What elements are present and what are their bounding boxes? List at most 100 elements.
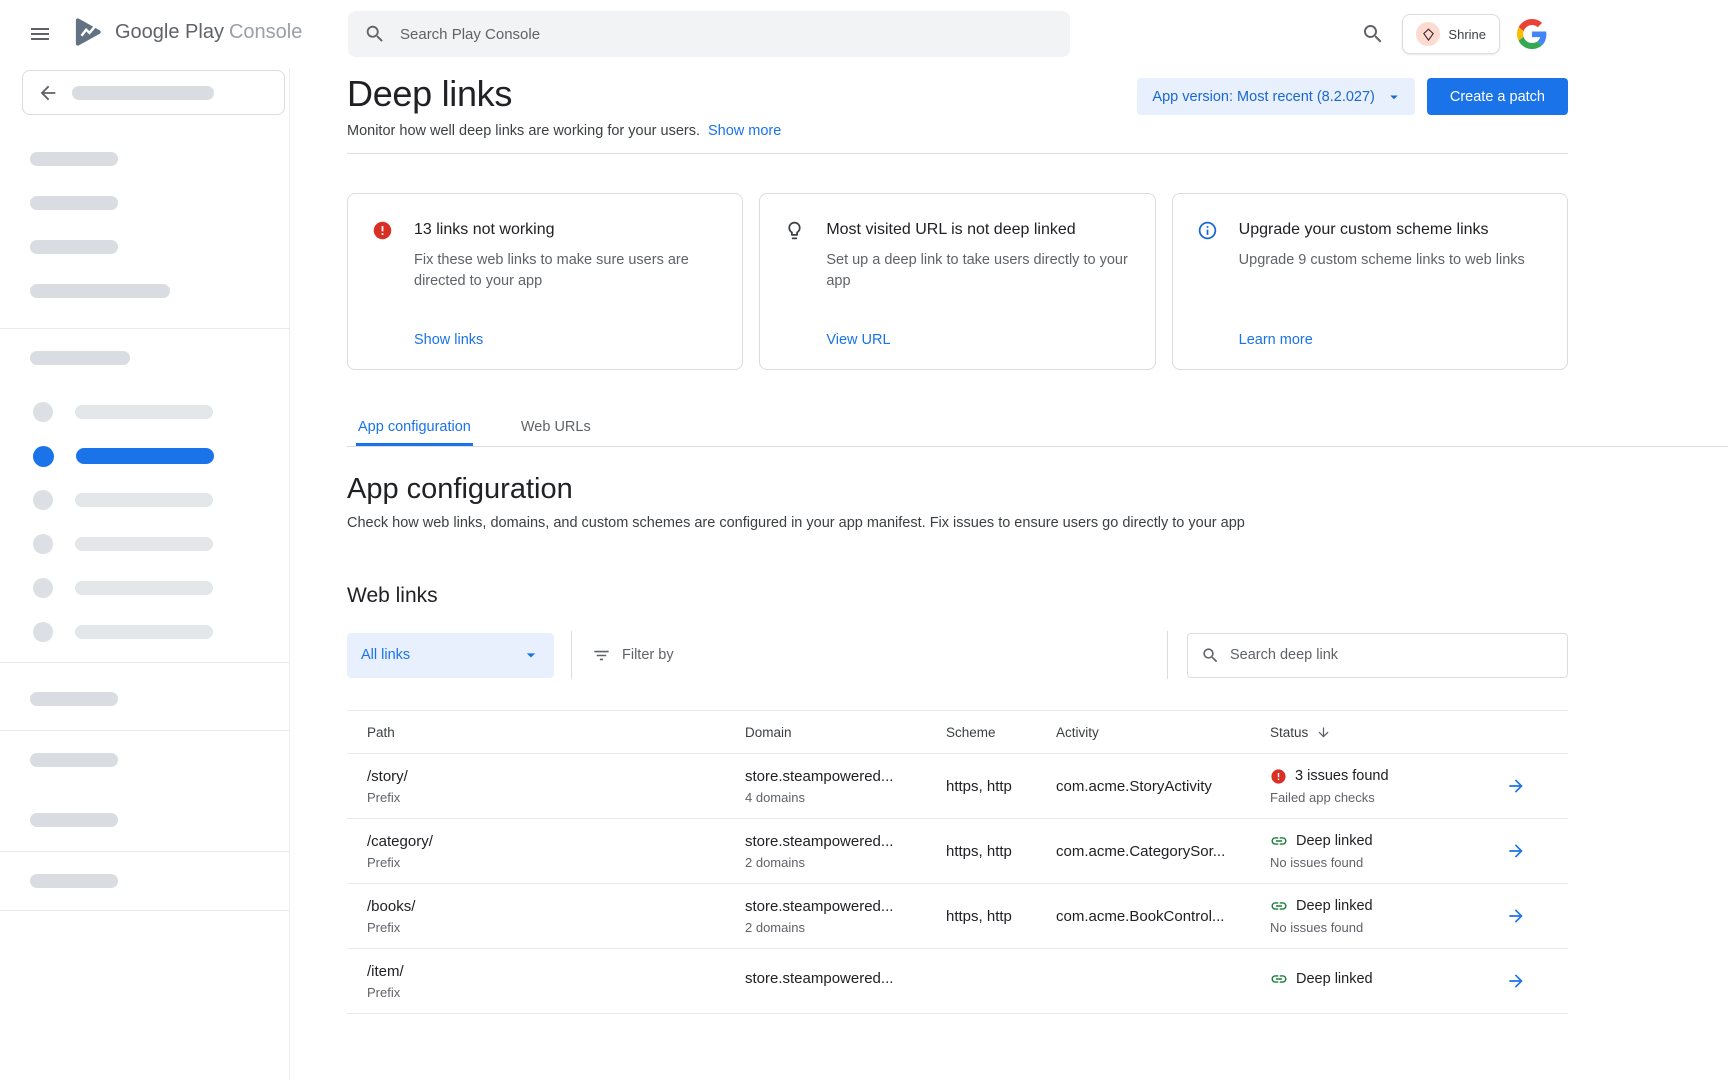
card-title: Upgrade your custom scheme links (1239, 220, 1489, 239)
divider (0, 730, 289, 731)
card-body: Set up a deep link to take users directl… (826, 250, 1130, 292)
app-chip-label: Shrine (1448, 27, 1486, 42)
deep-link-search[interactable] (1187, 633, 1568, 678)
menu-item-icon (33, 402, 53, 422)
status-value: 3 issues found (1295, 768, 1389, 784)
page-header: Deep links Monitor how well deep links a… (347, 68, 1568, 139)
view-url-link[interactable]: View URL (826, 332, 1130, 348)
back-navigation[interactable] (22, 70, 285, 115)
status-value: Deep linked (1296, 833, 1373, 849)
skeleton-bar (30, 284, 170, 298)
global-search-input[interactable] (400, 26, 1054, 43)
skeleton-bar (30, 813, 118, 827)
app-switcher-chip[interactable]: Shrine (1402, 14, 1500, 54)
sidebar-skeleton-group (0, 692, 289, 706)
open-row-arrow-icon[interactable] (1506, 906, 1526, 926)
app-version-label: App version: Most recent (8.2.027) (1152, 89, 1374, 105)
domain-count: 2 domains (745, 855, 946, 870)
global-search[interactable] (348, 11, 1070, 57)
hamburger-icon (28, 22, 52, 46)
path-value: /books/ (367, 898, 745, 915)
domain-count: 4 domains (745, 790, 946, 805)
activity-value: com.acme.CategorySor... (1056, 843, 1270, 860)
skeleton-bar (30, 351, 130, 365)
status-value: Deep linked (1296, 971, 1373, 987)
search-icon (1361, 22, 1385, 46)
menu-item-icon (33, 446, 54, 467)
domain-count: 2 domains (745, 920, 946, 935)
create-patch-button[interactable]: Create a patch (1427, 78, 1568, 115)
divider (1167, 631, 1168, 679)
open-row-arrow-icon[interactable] (1506, 841, 1526, 861)
table-toolbar: All links Filter by (347, 631, 1568, 679)
play-console-logo[interactable]: Google PlayConsole (72, 17, 302, 47)
show-more-link[interactable]: Show more (708, 123, 781, 139)
domain-value: store.steampowered... (745, 768, 946, 785)
table-row[interactable]: /category/ Prefix store.steampowered... … (347, 819, 1568, 884)
card-most-visited-url: Most visited URL is not deep linked Set … (759, 193, 1155, 370)
learn-more-link[interactable]: Learn more (1239, 332, 1543, 348)
scheme-value: https, http (946, 778, 1056, 795)
sidebar-menu-item[interactable] (0, 390, 289, 434)
skeleton-bar (75, 537, 213, 551)
skeleton-bar (75, 493, 213, 507)
search-button[interactable] (1361, 22, 1385, 46)
card-body: Fix these web links to make sure users a… (414, 250, 718, 292)
scheme-value: https, http (946, 843, 1056, 860)
column-header-status[interactable]: Status (1270, 725, 1505, 740)
back-arrow-icon (37, 82, 59, 104)
filter-by-button[interactable]: Filter by (592, 646, 674, 665)
logo-text-secondary: Console (229, 21, 302, 43)
skeleton-bar (30, 240, 118, 254)
sidebar-menu-item[interactable] (0, 610, 289, 654)
play-console-logo-icon (72, 17, 106, 47)
google-account-avatar[interactable] (1517, 19, 1547, 49)
menu-item-icon (33, 622, 53, 642)
card-title: Most visited URL is not deep linked (826, 220, 1075, 239)
menu-item-icon (33, 534, 53, 554)
app-version-dropdown[interactable]: App version: Most recent (8.2.027) (1137, 78, 1414, 115)
table-row[interactable]: /books/ Prefix store.steampowered... 2 d… (347, 884, 1568, 949)
sidebar-menu-item[interactable] (0, 522, 289, 566)
sidebar-skeleton-group (0, 753, 289, 767)
web-links-heading: Web links (347, 583, 1568, 609)
open-row-arrow-icon[interactable] (1506, 971, 1526, 991)
tab-web-urls[interactable]: Web URLs (519, 408, 593, 446)
menu-button[interactable] (28, 22, 52, 46)
page-title: Deep links (347, 74, 781, 114)
deep-link-search-input[interactable] (1230, 647, 1554, 663)
filter-by-label: Filter by (622, 647, 674, 663)
search-icon (364, 23, 386, 45)
scheme-value: https, http (946, 908, 1056, 925)
links-filter-select[interactable]: All links (347, 633, 554, 678)
show-links-link[interactable]: Show links (414, 332, 718, 348)
sidebar-menu-item-active[interactable] (0, 434, 289, 478)
sidebar-section-label (0, 351, 289, 365)
divider (0, 851, 289, 852)
skeleton-bar (30, 196, 118, 210)
skeleton-bar (75, 405, 213, 419)
sidebar-skeleton-group (0, 874, 289, 888)
sidebar-menu-item[interactable] (0, 566, 289, 610)
web-links-table: Path Domain Scheme Activity Status /stor… (347, 710, 1568, 1014)
lightbulb-icon (784, 220, 805, 241)
path-value: /item/ (367, 963, 745, 980)
shrine-app-icon (1416, 22, 1440, 46)
insight-cards: 13 links not working Fix these web links… (347, 193, 1568, 370)
tab-bar: App configuration Web URLs (347, 408, 1728, 447)
tab-app-configuration[interactable]: App configuration (356, 408, 473, 446)
table-row[interactable]: /item/ Prefix store.steampowered... Deep… (347, 949, 1568, 1014)
path-type: Prefix (367, 920, 745, 935)
sort-descending-icon (1316, 725, 1331, 740)
sidebar-menu-item[interactable] (0, 478, 289, 522)
sidebar-skeleton-group (0, 152, 289, 298)
sidebar-skeleton-group (0, 813, 289, 827)
google-g-icon (1517, 19, 1547, 49)
open-row-arrow-icon[interactable] (1506, 776, 1526, 796)
link-icon (1270, 897, 1288, 915)
top-app-bar: Google PlayConsole Shrine (0, 0, 1728, 68)
sidebar (0, 68, 290, 1080)
status-detail: Failed app checks (1270, 790, 1505, 805)
card-upgrade-scheme-links: Upgrade your custom scheme links Upgrade… (1172, 193, 1568, 370)
table-row[interactable]: /story/ Prefix store.steampowered... 4 d… (347, 754, 1568, 819)
